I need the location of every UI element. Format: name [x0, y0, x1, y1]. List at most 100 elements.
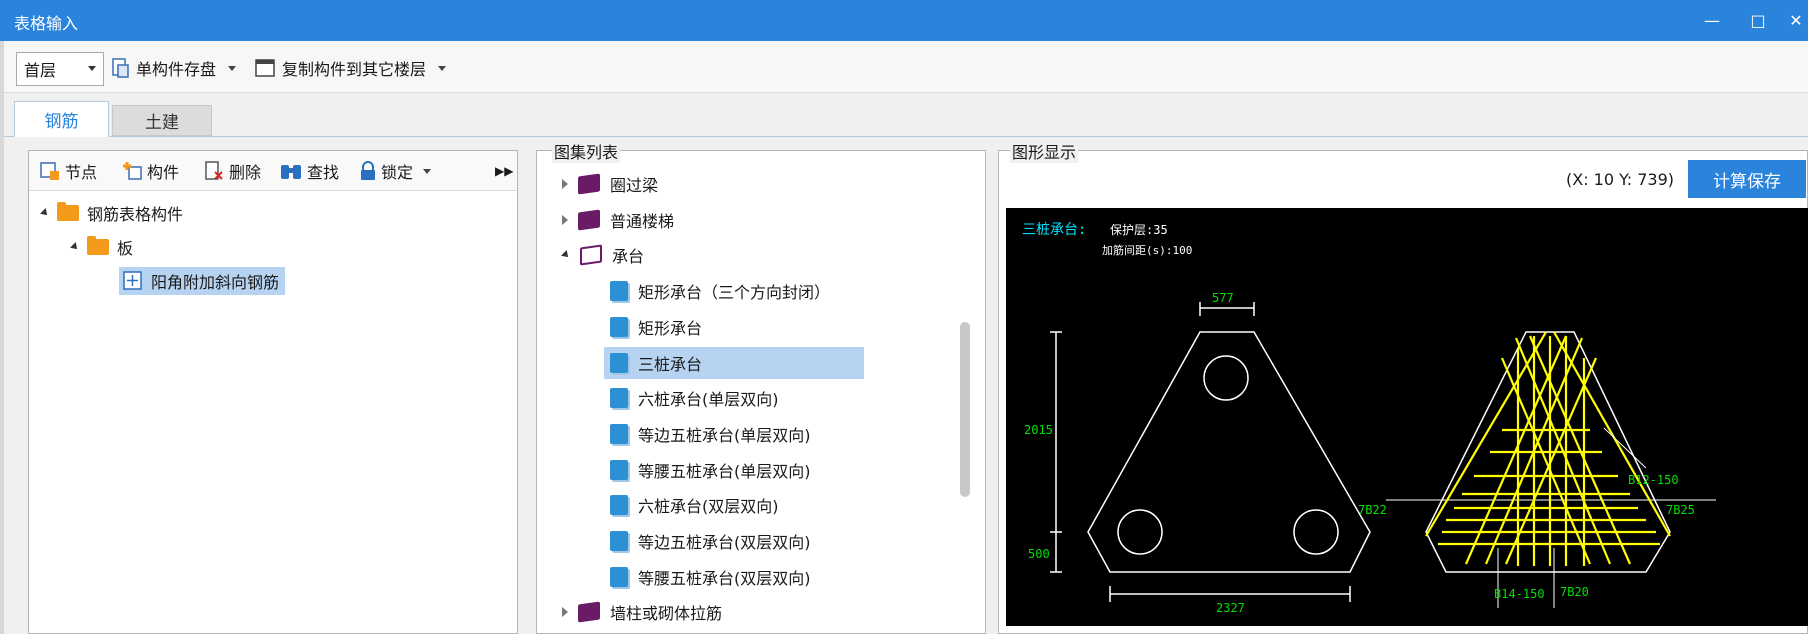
- copy-component-button[interactable]: 复制构件到其它楼层: [254, 55, 447, 81]
- rebar-label-7b25: 7B25: [1666, 503, 1695, 517]
- component-tree-panel: 节点 构件 删除 查找 锁定 ▶▶ 钢筋表格构件 板 阳角附加斜向钢筋: [28, 150, 518, 634]
- page-icon: [610, 424, 628, 444]
- expanded-triangle-icon: [40, 208, 50, 218]
- copy-component-label: 复制构件到其它楼层: [282, 60, 427, 79]
- component-label: 构件: [147, 163, 180, 182]
- atlas-item-label: 圈过梁: [610, 176, 659, 195]
- pile-circle-top: [1203, 355, 1249, 401]
- folder-icon: [87, 236, 109, 255]
- book-icon: [578, 601, 600, 623]
- tree-item-label: 阳角附加斜向钢筋: [151, 273, 280, 292]
- rebar-label-b12: B12-150: [1628, 473, 1679, 487]
- component-button[interactable]: 构件: [121, 159, 179, 183]
- book-icon: [578, 209, 600, 231]
- dim-height-line: [1050, 331, 1062, 573]
- expanded-triangle-icon: [70, 242, 80, 252]
- atlas-item[interactable]: 三桩承台: [604, 347, 864, 379]
- lock-button[interactable]: 锁定: [359, 159, 432, 183]
- close-icon[interactable]: ✕: [1784, 6, 1808, 34]
- collapsed-triangle-icon[interactable]: [562, 179, 568, 189]
- atlas-item-label: 等腰五桩承台(单层双向): [638, 462, 811, 481]
- page-icon: [610, 460, 628, 480]
- window-titlebar: 表格输入 — □ ✕: [0, 0, 1808, 41]
- atlas-item[interactable]: 等边五桩承台(单层双向): [610, 418, 811, 450]
- atlas-item[interactable]: 等腰五桩承台(双层双向): [610, 561, 811, 593]
- atlas-item[interactable]: 等腰五桩承台(单层双向): [610, 454, 811, 486]
- tab-bar: 钢筋 土建: [4, 93, 1808, 137]
- pile-circle-right: [1293, 509, 1339, 555]
- rebar-label-7b20: 7B20: [1560, 585, 1589, 599]
- atlas-item-label: 墙柱或砌体拉筋: [610, 604, 723, 623]
- atlas-item[interactable]: 等边五桩承台(双层双向): [610, 525, 811, 557]
- atlas-list-label: 图集列表: [552, 139, 621, 163]
- find-label: 查找: [307, 163, 340, 182]
- atlas-item[interactable]: 六桩承台(双层双向): [610, 489, 779, 521]
- rebar-label-7b22: 7B22: [1358, 503, 1387, 517]
- page-icon: [610, 567, 628, 587]
- lock-icon: [361, 161, 375, 180]
- copy-component-icon: [255, 59, 275, 77]
- collapsed-triangle-icon[interactable]: [562, 607, 568, 617]
- page-icon: [610, 317, 628, 337]
- dim-top: 577: [1212, 291, 1234, 305]
- save-component-button[interactable]: 单构件存盘: [110, 55, 237, 81]
- atlas-item[interactable]: 承台: [561, 239, 645, 271]
- page-icon: [610, 531, 628, 551]
- expanded-triangle-icon[interactable]: [561, 250, 571, 260]
- find-button[interactable]: 查找: [279, 159, 339, 183]
- folder-icon: [57, 202, 79, 221]
- tree-item-label: 板: [117, 239, 134, 258]
- cap-outline: [1087, 331, 1371, 573]
- tree-item-rebar-root[interactable]: 钢筋表格构件: [40, 199, 184, 227]
- atlas-item[interactable]: 矩形承台: [610, 311, 702, 343]
- maximize-icon[interactable]: □: [1740, 6, 1776, 34]
- save-component-label: 单构件存盘: [136, 60, 217, 79]
- atlas-item[interactable]: 矩形承台（三个方向封闭）: [610, 275, 830, 307]
- minimize-icon[interactable]: —: [1694, 6, 1730, 34]
- dim-width-line: [1109, 586, 1351, 602]
- page-icon: [610, 388, 628, 408]
- floor-select[interactable]: 首层: [16, 52, 104, 86]
- atlas-scrollbar[interactable]: [960, 322, 970, 497]
- tab-rebar[interactable]: 钢筋: [14, 101, 109, 137]
- dim-width: 2327: [1216, 601, 1245, 615]
- atlas-item-label: 三桩承台: [638, 355, 703, 374]
- atlas-item[interactable]: 普通楼梯: [562, 204, 674, 236]
- pile-circle-left: [1117, 509, 1163, 555]
- component-node-icon: [123, 271, 142, 290]
- main-toolbar: 首层 单构件存盘 复制构件到其它楼层: [4, 41, 1808, 93]
- atlas-item-label: 等边五桩承台(双层双向): [638, 533, 811, 552]
- book-icon: [578, 173, 600, 195]
- save-component-icon: [112, 58, 129, 78]
- atlas-item[interactable]: 圈过梁: [562, 168, 658, 200]
- open-book-icon: [580, 244, 602, 266]
- calculate-save-button[interactable]: 计算保存: [1688, 160, 1806, 198]
- tab-civil[interactable]: 土建: [112, 105, 212, 136]
- atlas-item-label: 等腰五桩承台(双层双向): [638, 569, 811, 588]
- page-icon: [610, 281, 628, 301]
- chevron-down-icon: [228, 65, 237, 71]
- collapsed-triangle-icon[interactable]: [562, 215, 568, 225]
- pile-cap-plan: [1050, 302, 1371, 602]
- drawing-canvas[interactable]: 三桩承台: 保护层:35 加筋间距(s):100 577 2015 500 23…: [1006, 208, 1808, 626]
- rebar-label-b14: B14-150: [1494, 587, 1545, 601]
- tree-item-corner-rebar[interactable]: 阳角附加斜向钢筋: [119, 267, 286, 295]
- delete-button[interactable]: 删除: [203, 159, 261, 183]
- node-label: 节点: [65, 163, 98, 182]
- atlas-item[interactable]: 六桩承台(单层双向): [610, 382, 779, 414]
- tree-item-slab[interactable]: 板: [70, 233, 134, 261]
- binoculars-icon: [281, 165, 301, 179]
- atlas-item[interactable]: 墙柱或砌体拉筋: [562, 596, 722, 628]
- drawing-title: 三桩承台:: [1022, 221, 1086, 238]
- dim-height: 2015: [1024, 423, 1053, 437]
- chevron-down-icon: [423, 168, 432, 174]
- atlas-item-label: 六桩承台(双层双向): [638, 497, 779, 516]
- atlas-item-label: 矩形承台（三个方向封闭）: [638, 283, 831, 302]
- page-icon: [610, 495, 628, 515]
- overflow-icon[interactable]: ▶▶: [495, 159, 513, 183]
- node-button[interactable]: 节点: [39, 159, 97, 183]
- delete-label: 删除: [229, 163, 262, 182]
- lock-label: 锁定: [381, 163, 414, 182]
- atlas-item-label: 承台: [612, 247, 645, 266]
- tree-item-label: 钢筋表格构件: [87, 205, 184, 224]
